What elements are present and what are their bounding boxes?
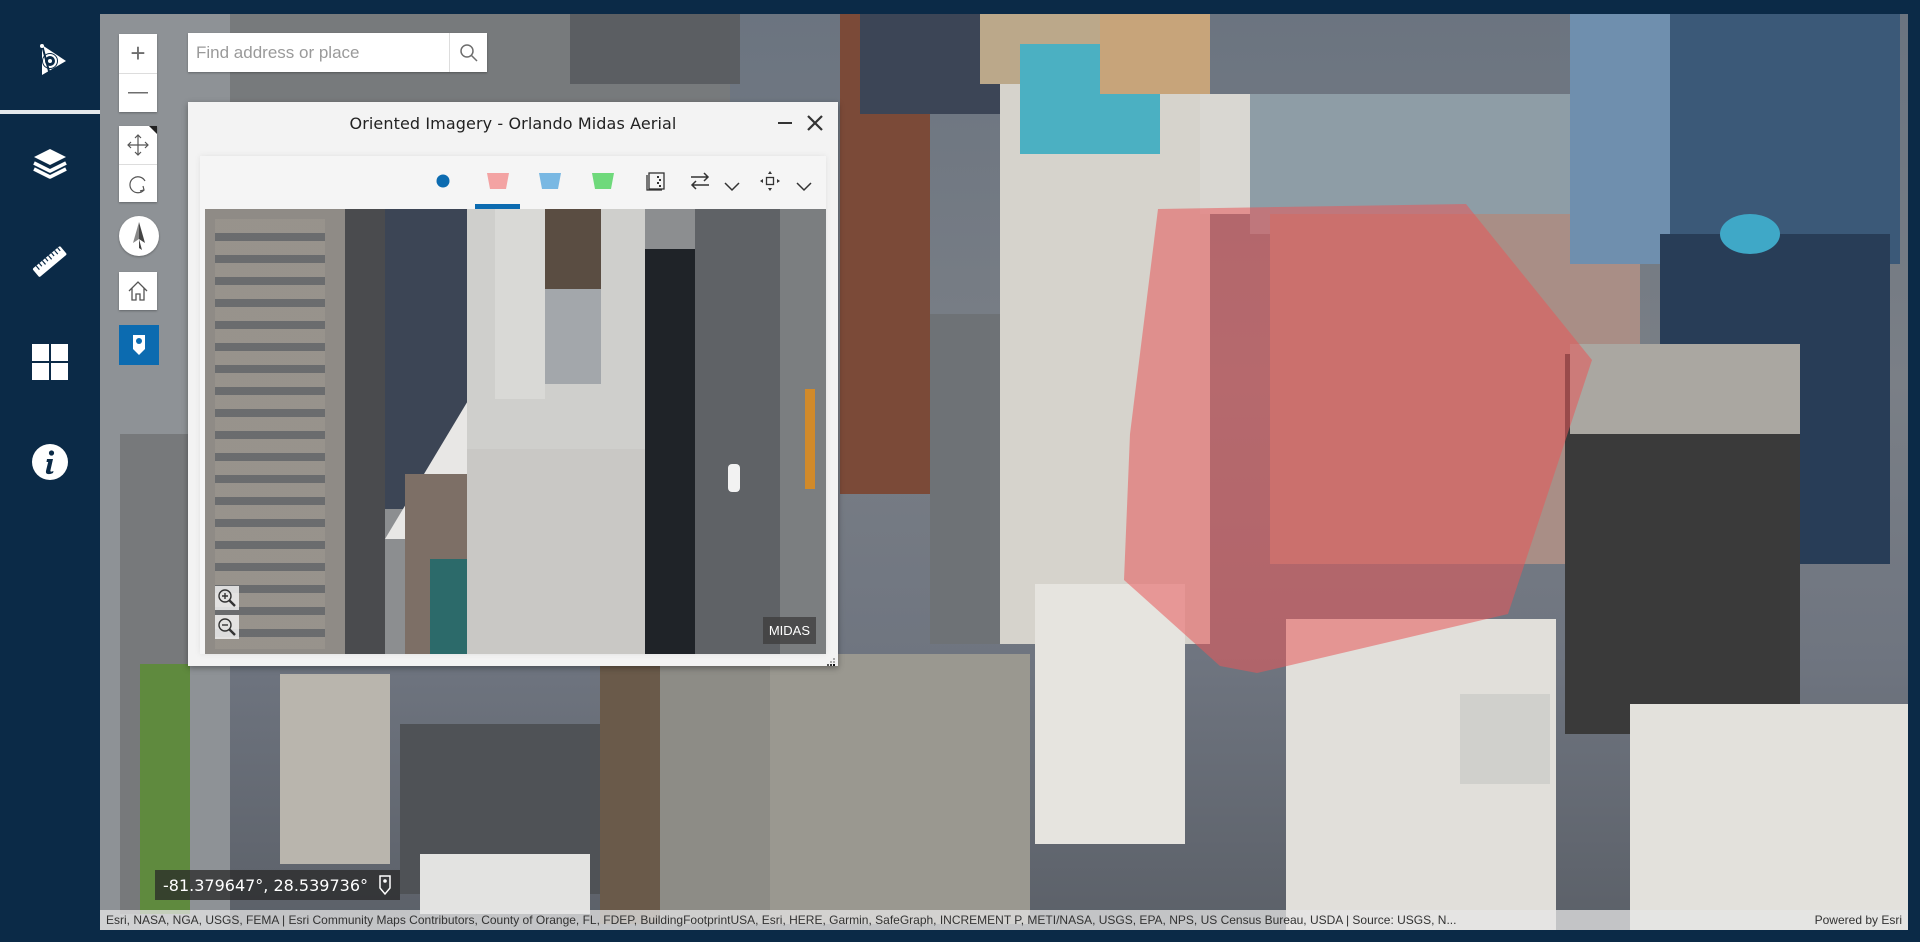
chevron-down-icon [724, 182, 740, 192]
pan-icon [127, 134, 149, 156]
imagery-toolbar [200, 156, 826, 209]
sidebar-divider [0, 110, 100, 114]
layers-icon [33, 149, 67, 179]
rotate-button[interactable] [119, 164, 157, 202]
sidebar-item-about[interactable] [0, 422, 100, 502]
gallery-icon [646, 172, 665, 191]
map-pin-icon [133, 335, 145, 355]
powered-by-esri-link[interactable]: Powered by Esri [1815, 913, 1902, 927]
sidebar-item-basemap-gallery[interactable] [0, 322, 100, 402]
panel-title: Oriented Imagery - Orlando Midas Aerial [349, 113, 677, 133]
oriented-imagery-panel: Oriented Imagery - Orlando Midas Aerial [188, 102, 838, 666]
panel-body: MIDAS [200, 156, 826, 654]
attribution-bar: Esri, NASA, NGA, USGS, FEMA | Esri Commu… [100, 910, 1908, 930]
resize-handle[interactable] [826, 654, 836, 666]
navigate-menu-button[interactable] [792, 172, 816, 202]
zoom-in-button[interactable]: + [119, 34, 157, 73]
footprint-blue-button[interactable] [530, 166, 570, 196]
imagery-watermark: MIDAS [762, 617, 816, 644]
camera-location-button[interactable] [428, 166, 458, 196]
info-icon [32, 444, 68, 480]
search-icon [459, 43, 478, 62]
corner-indicator [149, 126, 157, 134]
oriented-imagery-tool-button[interactable] [119, 325, 159, 365]
zoom-out-button[interactable] [119, 73, 157, 112]
dot-icon [436, 174, 450, 188]
resize-grip-icon [827, 658, 835, 666]
map-view[interactable]: + Find address or place Oriented Imagery… [100, 14, 1908, 930]
coordinate-mode-button[interactable] [378, 874, 392, 896]
home-button[interactable] [119, 272, 157, 310]
trapezoid-icon [486, 173, 509, 189]
minimize-icon [778, 122, 792, 124]
search-input[interactable] [188, 33, 449, 72]
viewer-zoom-in-button[interactable] [215, 586, 239, 610]
compass-icon [133, 222, 145, 250]
footprint-red-button[interactable] [475, 166, 520, 196]
navigation-toggle [119, 126, 157, 202]
zoom-widget: + [119, 34, 157, 112]
home-icon [128, 281, 148, 301]
search-widget [188, 33, 487, 72]
minus-icon [128, 92, 148, 94]
grid-icon [32, 344, 68, 380]
zoom-out-icon [218, 618, 236, 636]
chevron-down-icon [796, 182, 812, 192]
swap-arrows-icon [690, 172, 710, 190]
zoom-in-icon [218, 589, 236, 607]
swap-direction-button[interactable] [684, 166, 716, 196]
coordinate-text: -81.379647°, 28.539736° [163, 875, 368, 895]
coordinate-readout: -81.379647°, 28.539736° [155, 870, 400, 900]
sidebar [0, 0, 100, 942]
move-arrows-icon [760, 171, 780, 191]
sidebar-item-oriented-imagery[interactable] [0, 19, 100, 99]
navigate-button[interactable] [756, 166, 784, 196]
ruler-icon [32, 246, 67, 277]
footprint-green-button[interactable] [583, 166, 623, 196]
viewer-zoom-out-button[interactable] [215, 615, 239, 639]
oriented-imagery-icon [40, 44, 66, 76]
sidebar-item-layers[interactable] [0, 123, 100, 203]
map-pin-icon [379, 875, 391, 896]
trapezoid-icon [539, 173, 561, 189]
minimize-button[interactable] [774, 112, 796, 134]
compass-button[interactable] [119, 216, 159, 256]
image-viewer[interactable]: MIDAS [205, 209, 826, 654]
sidebar-item-measure[interactable] [0, 222, 100, 302]
image-gallery-button[interactable] [640, 166, 672, 196]
close-icon [807, 115, 823, 131]
app-root: + Find address or place Oriented Imagery… [0, 0, 1920, 942]
close-button[interactable] [804, 112, 826, 134]
search-button[interactable] [449, 33, 487, 72]
trapezoid-icon [592, 173, 614, 189]
panel-header[interactable]: Oriented Imagery - Orlando Midas Aerial [188, 102, 838, 144]
attribution-text[interactable]: Esri, NASA, NGA, USGS, FEMA | Esri Commu… [106, 913, 1791, 927]
rotate-icon [129, 175, 146, 193]
swap-menu-button[interactable] [720, 172, 744, 202]
